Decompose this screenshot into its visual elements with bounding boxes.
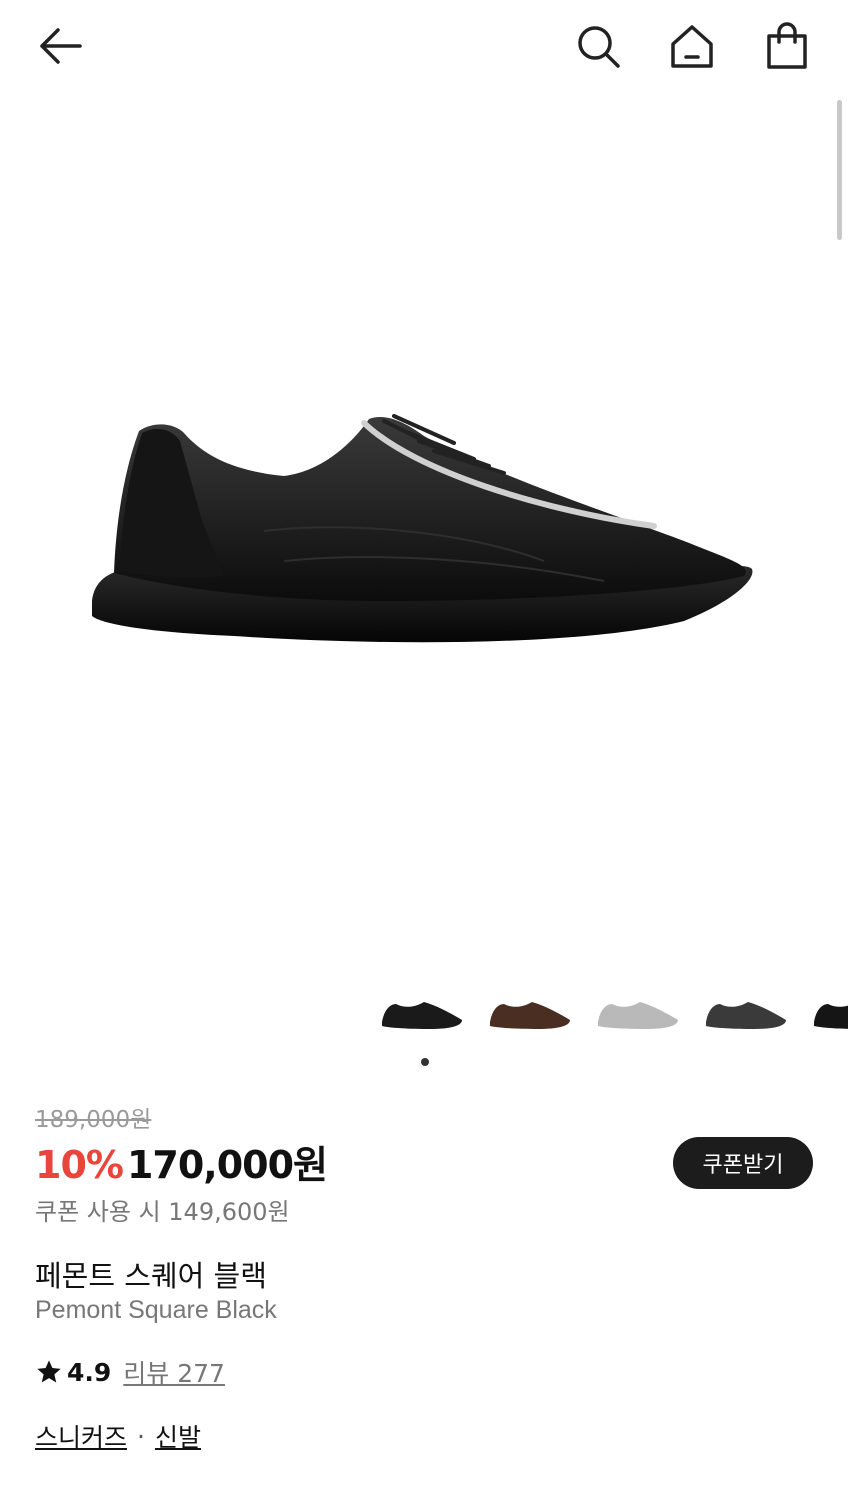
- search-icon: [578, 26, 620, 68]
- product-image[interactable]: [0, 96, 848, 976]
- price-row: 10% 170,000원: [35, 1134, 328, 1189]
- product-name-korean: 페몬트 스퀘어 블랙: [35, 1259, 267, 1293]
- rating-row: 4.9 리뷰 277: [35, 1354, 225, 1390]
- star-icon: [35, 1358, 63, 1386]
- sneaker-image: [92, 414, 753, 643]
- image-pagination: [0, 1058, 848, 1068]
- home-icon: [671, 25, 713, 68]
- category-link-shoes[interactable]: 신발: [155, 1418, 201, 1454]
- category-separator: ·: [137, 1421, 145, 1451]
- sale-price: 170,000원: [126, 1143, 328, 1187]
- thumbnail-silver[interactable]: [594, 988, 682, 1040]
- rating-value: 4.9: [67, 1357, 112, 1387]
- category-link-sneakers[interactable]: 스니커즈: [35, 1418, 127, 1454]
- thumbnail-dark-grey[interactable]: [702, 988, 790, 1040]
- shopping-bag-button[interactable]: [759, 18, 815, 74]
- review-link[interactable]: 리뷰 277: [123, 1354, 225, 1390]
- pagination-dot: [421, 1058, 429, 1066]
- arrow-left-icon: [40, 28, 82, 64]
- original-price: 189,000원: [35, 1107, 152, 1133]
- get-coupon-button[interactable]: 쿠폰받기: [673, 1137, 813, 1189]
- thumbnail-black[interactable]: [378, 988, 466, 1040]
- top-bar: [0, 0, 848, 96]
- category-breadcrumb: 스니커즈 · 신발: [35, 1418, 201, 1454]
- shopping-bag-icon: [767, 22, 807, 69]
- product-name-english: Pemont Square Black: [35, 1296, 277, 1324]
- coupon-price: 쿠폰 사용 시 149,600원: [35, 1198, 290, 1226]
- back-button[interactable]: [32, 18, 88, 74]
- thumbnail-brown[interactable]: [486, 988, 574, 1040]
- thumbnail-black-2[interactable]: [810, 988, 848, 1040]
- thumbnail-strip: [378, 988, 848, 1040]
- discount-rate: 10%: [35, 1143, 124, 1187]
- home-button[interactable]: [664, 18, 720, 74]
- search-button[interactable]: [570, 18, 626, 74]
